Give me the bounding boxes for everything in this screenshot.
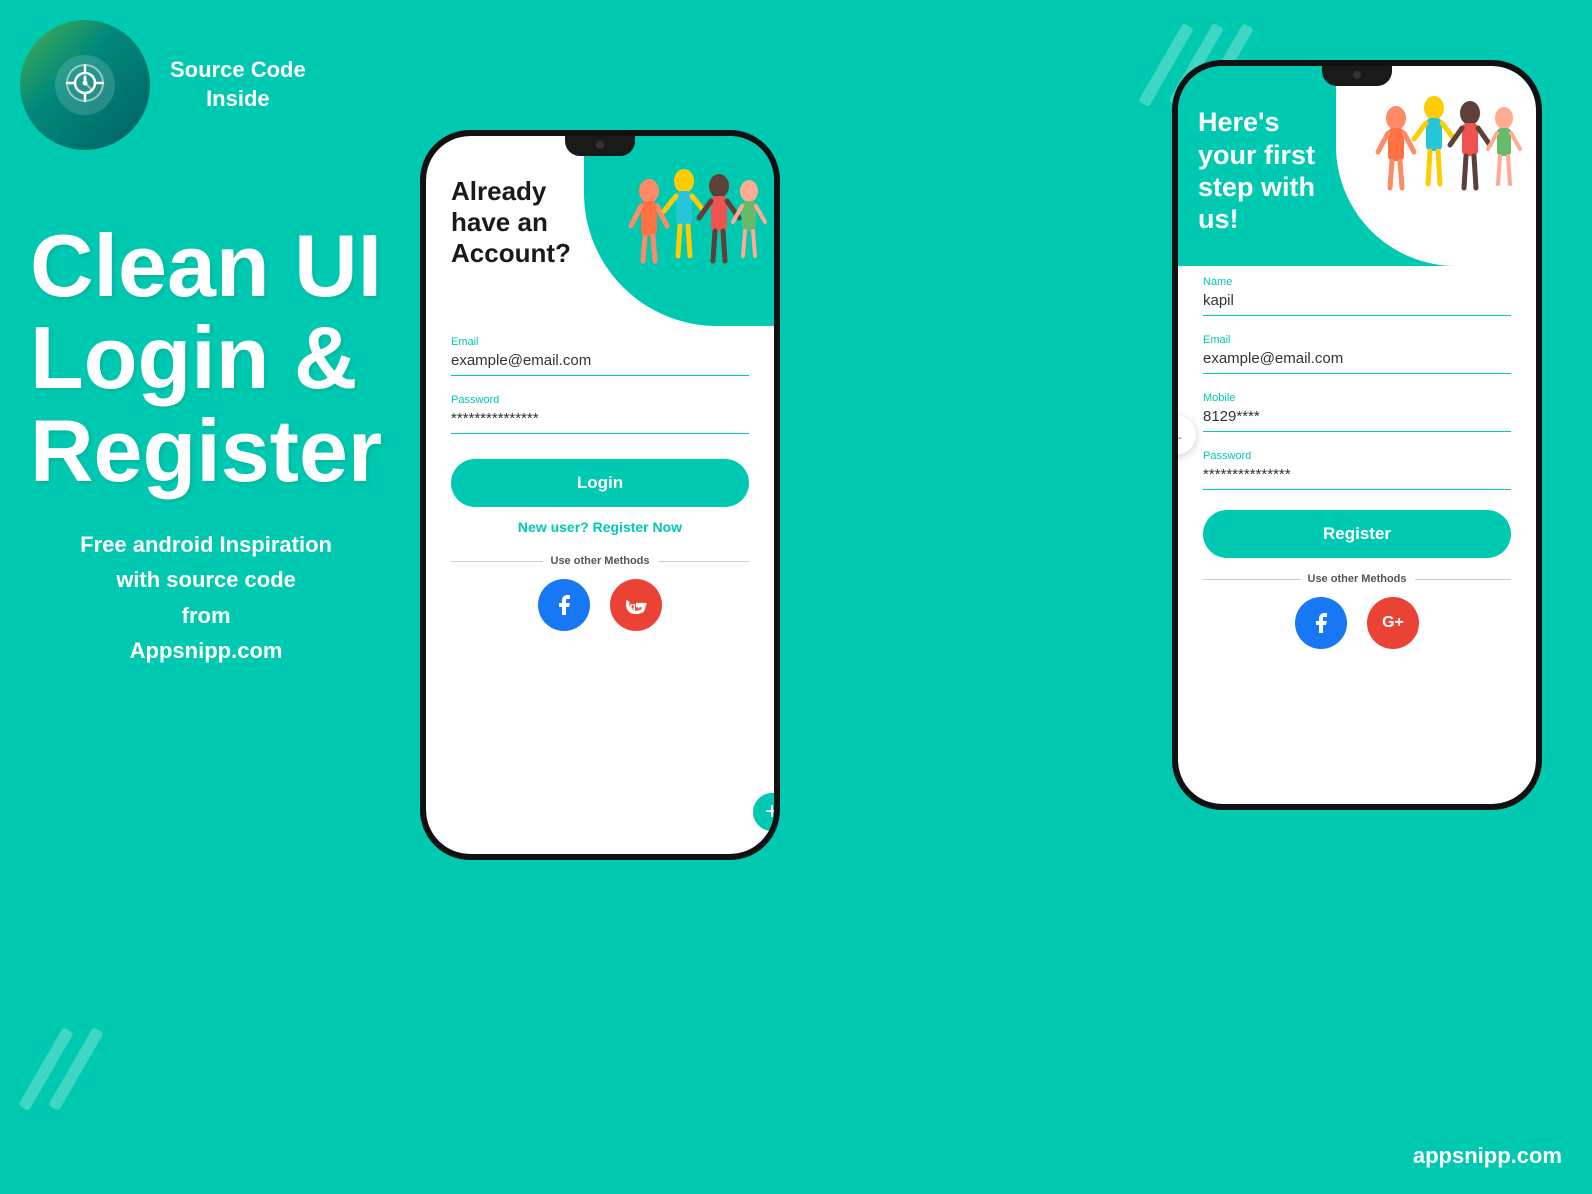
phone-login-mockup: Already have an Account? Email example@e… <box>420 130 780 860</box>
domain-label: appsnipp.com <box>1413 1143 1562 1169</box>
android-studio-icon <box>50 50 120 120</box>
register-form: Name kapil Email example@email.com Mobil… <box>1178 266 1536 659</box>
name-field-group: Name kapil <box>1203 276 1511 316</box>
password-field-group: Password *************** <box>451 394 749 434</box>
use-other-methods-label: Use other Methods <box>551 555 650 567</box>
facebook-button-register[interactable] <box>1295 597 1347 649</box>
name-label: Name <box>1203 276 1511 288</box>
android-logo-circle <box>20 20 150 150</box>
reg-email-label: Email <box>1203 334 1511 346</box>
google-plus-button-register[interactable]: G+ <box>1367 597 1419 649</box>
people-illustration-register <box>1366 76 1531 226</box>
reg-use-other-methods-section: Use other Methods <box>1203 573 1511 585</box>
source-code-label: Source Code Inside <box>170 56 306 113</box>
logo-area: Source Code Inside <box>20 20 306 150</box>
email-label: Email <box>451 336 749 348</box>
reg-right-divider <box>1415 579 1512 580</box>
social-buttons-register: G+ <box>1203 597 1511 649</box>
login-screen: Already have an Account? Email example@e… <box>426 136 774 854</box>
name-value[interactable]: kapil <box>1203 292 1511 316</box>
reg-email-field-group: Email example@email.com <box>1203 334 1511 374</box>
email-field-group: Email example@email.com <box>451 336 749 376</box>
phone-register-mockup: Here's your first step with us! <box>1172 60 1542 810</box>
login-button[interactable]: Login <box>451 459 749 507</box>
svg-text:g+: g+ <box>630 602 642 613</box>
main-title: Clean UI Login & Register <box>30 220 382 497</box>
right-divider <box>658 561 750 562</box>
new-user-link[interactable]: New user? Register Now <box>451 519 749 535</box>
subtitle-text: Free android Inspiration with source cod… <box>30 527 382 668</box>
facebook-button-login[interactable] <box>538 579 590 631</box>
reg-email-value[interactable]: example@email.com <box>1203 350 1511 374</box>
register-button[interactable]: Register <box>1203 510 1511 558</box>
email-value[interactable]: example@email.com <box>451 352 749 376</box>
left-divider <box>451 561 543 562</box>
password-value[interactable]: *************** <box>451 410 749 434</box>
reg-password-label: Password <box>1203 450 1511 462</box>
reg-password-value[interactable]: *************** <box>1203 466 1511 490</box>
reg-use-other-label: Use other Methods <box>1308 573 1407 585</box>
already-account-text: Already have an Account? <box>451 176 571 270</box>
register-header: Here's your first step with us! <box>1178 66 1536 266</box>
reg-left-divider <box>1203 579 1300 580</box>
people-illustration-login <box>619 146 769 296</box>
social-buttons-login: g+ <box>451 579 749 631</box>
mobile-label: Mobile <box>1203 392 1511 404</box>
password-label: Password <box>451 394 749 406</box>
google-plus-button-login[interactable]: g+ <box>610 579 662 631</box>
register-screen: Here's your first step with us! <box>1178 66 1536 804</box>
mobile-value[interactable]: 8129**** <box>1203 408 1511 432</box>
left-content-area: Clean UI Login & Register Free android I… <box>30 220 382 668</box>
mobile-field-group: Mobile 8129**** <box>1203 392 1511 432</box>
login-form: Email example@email.com Password *******… <box>426 336 774 631</box>
phone-notch-register <box>1322 66 1392 86</box>
reg-password-field-group: Password *************** <box>1203 450 1511 490</box>
phone-notch-login <box>565 136 635 156</box>
use-other-methods-section: Use other Methods <box>451 555 749 567</box>
